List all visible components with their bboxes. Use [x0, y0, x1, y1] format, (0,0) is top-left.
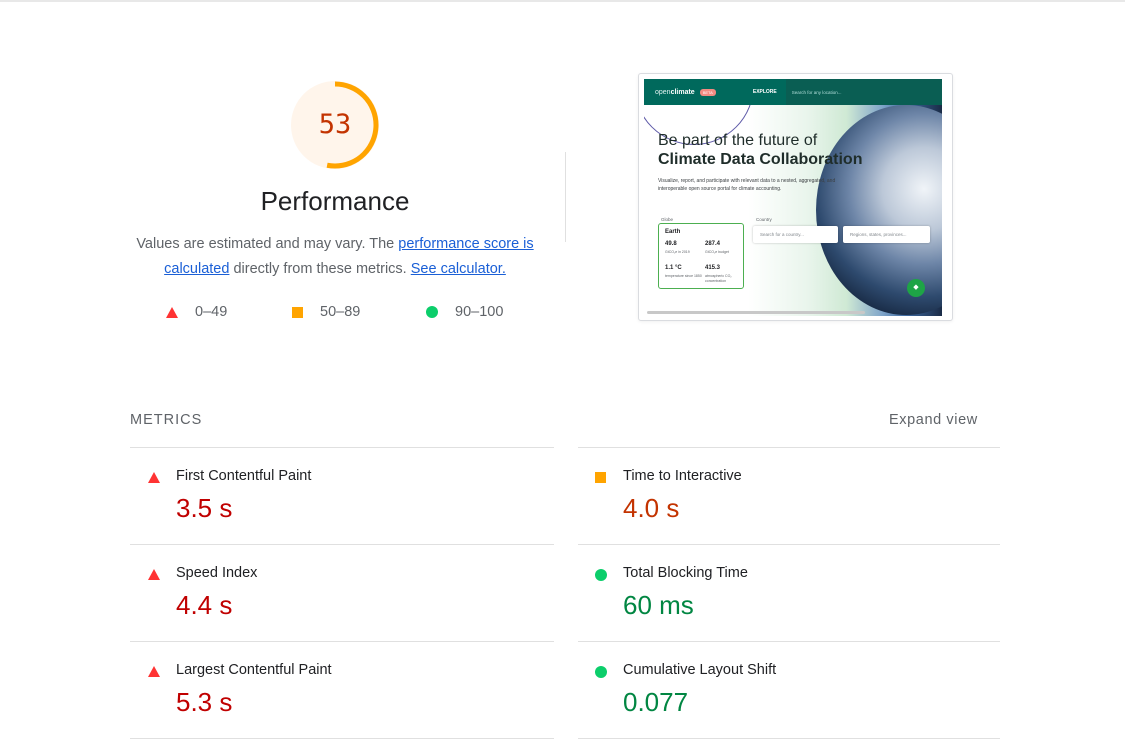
horizontal-scrollbar [647, 311, 865, 314]
metric-first-contentful-paint: First Contentful Paint 3.5 s [128, 448, 548, 545]
square-icon [595, 472, 606, 483]
circle-icon [426, 306, 438, 318]
legend-pass-range: 90–100 [455, 304, 504, 320]
site-navbar: openclimate BETA EXPLORE Search for any … [644, 79, 942, 105]
metric-name: Speed Index [176, 565, 258, 581]
circle-icon [595, 666, 607, 678]
globe-label: Globe [661, 217, 674, 222]
metric-largest-contentful-paint: Largest Contentful Paint 5.3 s [128, 642, 548, 739]
legend-fail: 0–49 [166, 304, 227, 320]
performance-gauge: 53 [289, 79, 381, 171]
earth-card: Earth 49.8 GtCO₂e in 2019 287.4 GtCO₂e b… [658, 223, 744, 289]
country-search-input[interactable]: Search for a country... [753, 226, 838, 243]
metric-total-blocking-time: Total Blocking Time 60 ms [575, 545, 995, 642]
final-screenshot[interactable]: Be part of the future of Climate Data Co… [638, 73, 953, 321]
legend-fail-range: 0–49 [195, 304, 228, 320]
metric-name: First Contentful Paint [176, 468, 312, 484]
square-icon [292, 306, 303, 318]
stat-co2-value: 415.3 [705, 265, 721, 271]
description-text-middle: directly from these metrics. [229, 261, 411, 277]
openclimate-logo: openclimate [655, 88, 695, 96]
metric-value: 0.077 [623, 687, 689, 717]
performance-title: Performance [260, 186, 410, 216]
triangle-icon [166, 306, 178, 318]
circle-icon [595, 569, 607, 581]
metrics-heading: METRICS [130, 412, 203, 428]
metric-name: Time to Interactive [623, 468, 742, 484]
triangle-icon [148, 569, 160, 580]
legend-pass: 90–100 [426, 304, 503, 320]
hero-heading-line1: Be part of the future of [658, 132, 818, 149]
stat-budget-unit: GtCO₂e budget [705, 250, 729, 254]
see-calculator-link[interactable]: See calculator. [411, 261, 506, 277]
beta-badge: BETA [699, 88, 716, 96]
metric-value: 60 ms [623, 590, 694, 620]
triangle-icon [148, 666, 160, 677]
metric-name: Largest Contentful Paint [176, 662, 332, 678]
stat-budget-value: 287.4 [705, 241, 721, 247]
hero-heading-line2: Climate Data Collaboration [658, 151, 863, 168]
metric-name: Cumulative Layout Shift [623, 662, 777, 678]
metric-name: Total Blocking Time [623, 565, 748, 581]
stat-emissions-value: 49.8 [665, 241, 677, 247]
earth-card-title: Earth [665, 229, 681, 235]
metric-speed-index: Speed Index 4.4 s [128, 545, 548, 642]
hero-subtext: Visualize, report, and participate with … [658, 178, 836, 192]
legend-average: 50–89 [292, 304, 360, 320]
stat-co2-unit: atmospheric CO₂ concentration [705, 274, 732, 283]
performance-description: Values are estimated and may vary. The p… [130, 232, 540, 282]
legend-average-range: 50–89 [320, 304, 361, 320]
metric-value: 3.5 s [176, 493, 233, 523]
triangle-icon [148, 472, 160, 483]
expand-view-toggle[interactable]: Expand view [889, 412, 978, 428]
country-label: Country [756, 217, 772, 222]
chat-fab-icon[interactable]: ◆ [907, 279, 925, 297]
metric-cumulative-layout-shift: Cumulative Layout Shift 0.077 [575, 642, 995, 739]
location-search-input[interactable]: Search for any location... [785, 79, 942, 105]
stat-temperature-unit: temperature since 1850 [665, 274, 702, 278]
metric-time-to-interactive: Time to Interactive 4.0 s [575, 448, 995, 545]
stat-temperature-value: 1.1 °C [665, 265, 682, 271]
metric-value: 4.0 s [623, 493, 680, 523]
performance-score: 53 [318, 109, 352, 140]
metric-value: 5.3 s [176, 687, 233, 717]
explore-link[interactable]: EXPLORE [753, 89, 777, 95]
vertical-divider [565, 152, 566, 242]
top-divider [0, 0, 1125, 2]
hero-background: Be part of the future of Climate Data Co… [644, 79, 942, 316]
metric-value: 4.4 s [176, 590, 233, 620]
description-text-start: Values are estimated and may vary. The [136, 236, 399, 252]
stat-emissions-unit: GtCO₂e in 2019 [665, 250, 690, 254]
region-search-input[interactable]: Regions, states, provinces... [843, 226, 930, 243]
screenshot-content: Be part of the future of Climate Data Co… [644, 79, 942, 316]
